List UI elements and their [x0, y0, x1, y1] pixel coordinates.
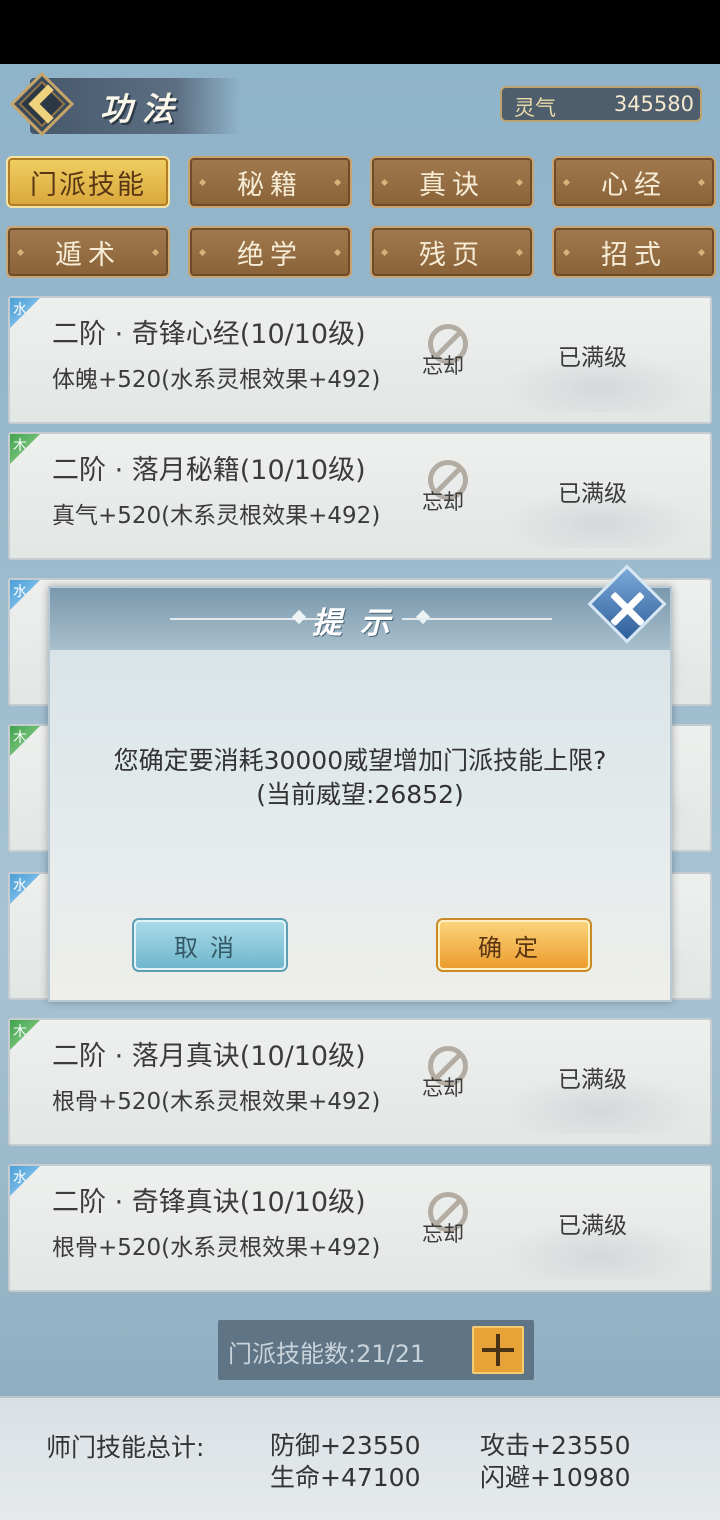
- confirm-button[interactable]: 确定: [438, 920, 590, 970]
- skill-card: 水 二阶 · 奇锋心经(10/10级) 体魄+520(水系灵根效果+492) 忘…: [8, 296, 712, 424]
- skill-effect: 体魄+520(水系灵根效果+492): [52, 367, 381, 393]
- forget-label: 忘却: [422, 1222, 464, 1246]
- max-level-status: 已满级: [558, 1067, 627, 1093]
- skill-count-label: 门派技能数:21/21: [228, 1340, 426, 1368]
- tab-fragments[interactable]: 残页: [370, 226, 534, 278]
- tab-label: 真诀: [419, 169, 485, 201]
- max-level-status: 已满级: [558, 345, 627, 371]
- forget-label: 忘却: [422, 1076, 464, 1100]
- defense-stat: 防御+23550: [270, 1431, 421, 1460]
- tab-label: 绝学: [237, 239, 303, 271]
- forget-label: 忘却: [422, 490, 464, 514]
- dialog-title: 提示: [312, 606, 408, 641]
- tab-ultimate-arts[interactable]: 绝学: [188, 226, 352, 278]
- tab-escape-arts[interactable]: 遁术: [6, 226, 170, 278]
- hp-stat: 生命+47100: [270, 1463, 421, 1492]
- cancel-button[interactable]: 取消: [134, 920, 286, 970]
- dialog-message: 您确定要消耗30000威望增加门派技能上限? (当前威望:26852): [50, 744, 670, 812]
- water-element-badge: 水: [10, 298, 40, 328]
- max-level-status: 已满级: [558, 481, 627, 507]
- back-arrow-icon: [9, 71, 75, 137]
- currency-label: 灵气: [514, 96, 556, 120]
- skill-effect: 根骨+520(木系灵根效果+492): [52, 1089, 381, 1115]
- tab-true-formula[interactable]: 真诀: [370, 156, 534, 208]
- wood-element-badge: 木: [10, 434, 40, 464]
- skill-name: 二阶 · 奇锋真诀(10/10级): [52, 1187, 366, 1218]
- max-level-status: 已满级: [558, 1213, 627, 1239]
- tab-label: 心经: [601, 169, 667, 201]
- attack-stat: 攻击+23550: [480, 1431, 631, 1460]
- tab-label: 门派技能: [30, 169, 146, 201]
- tab-label: 遁术: [55, 239, 121, 271]
- tab-sect-skills[interactable]: 门派技能: [6, 156, 170, 208]
- tab-label: 残页: [419, 239, 485, 271]
- skill-card: 木 二阶 · 落月真诀(10/10级) 根骨+520(木系灵根效果+492) 忘…: [8, 1018, 712, 1146]
- forget-label: 忘却: [422, 354, 464, 378]
- header: 功法 灵气 345580: [0, 64, 720, 144]
- forget-button[interactable]: 忘却: [422, 324, 478, 384]
- water-element-badge: 水: [10, 1166, 40, 1196]
- tab-moves[interactable]: 招式: [552, 226, 716, 278]
- add-skill-slot-button[interactable]: [472, 1326, 524, 1374]
- back-button[interactable]: [9, 71, 75, 137]
- status-bar: [0, 0, 720, 64]
- skill-effect: 根骨+520(水系灵根效果+492): [52, 1235, 381, 1261]
- totals-label: 师门技能总计:: [46, 1433, 205, 1462]
- skill-name: 二阶 · 落月秘籍(10/10级): [52, 455, 366, 486]
- water-element-badge: 水: [10, 874, 40, 904]
- tab-secret-books[interactable]: 秘籍: [188, 156, 352, 208]
- skill-totals-panel: 师门技能总计: 防御+23550 攻击+23550 生命+47100 闪避+10…: [0, 1396, 720, 1520]
- skill-count-bar: 门派技能数:21/21: [218, 1320, 534, 1380]
- forget-button[interactable]: 忘却: [422, 460, 478, 520]
- page-title: 功法: [100, 90, 185, 128]
- skill-card: 木 二阶 · 落月秘籍(10/10级) 真气+520(木系灵根效果+492) 忘…: [8, 432, 712, 560]
- water-element-badge: 水: [10, 580, 40, 610]
- close-icon: [602, 584, 652, 634]
- skill-name: 二阶 · 奇锋心经(10/10级): [52, 319, 366, 350]
- skill-card: 水 二阶 · 奇锋真诀(10/10级) 根骨+520(水系灵根效果+492) 忘…: [8, 1164, 712, 1292]
- skill-effect: 真气+520(木系灵根效果+492): [52, 503, 381, 529]
- tab-label: 招式: [601, 239, 667, 271]
- tab-heart-sutra[interactable]: 心经: [552, 156, 716, 208]
- forget-button[interactable]: 忘却: [422, 1192, 478, 1252]
- skill-name: 二阶 · 落月真诀(10/10级): [52, 1041, 366, 1072]
- currency-value: 345580: [613, 92, 694, 116]
- forget-button[interactable]: 忘却: [422, 1046, 478, 1106]
- dialog-message-line1: 您确定要消耗30000威望增加门派技能上限?: [113, 746, 607, 775]
- tab-label: 秘籍: [237, 169, 303, 201]
- dodge-stat: 闪避+10980: [480, 1463, 631, 1492]
- currency-display: 灵气 345580: [500, 86, 702, 122]
- confirm-dialog: 提示 您确定要消耗30000威望增加门派技能上限? (当前威望:26852) 取…: [48, 586, 672, 1002]
- wood-element-badge: 木: [10, 726, 40, 756]
- wood-element-badge: 木: [10, 1020, 40, 1050]
- dialog-message-line2: (当前威望:26852): [256, 780, 464, 809]
